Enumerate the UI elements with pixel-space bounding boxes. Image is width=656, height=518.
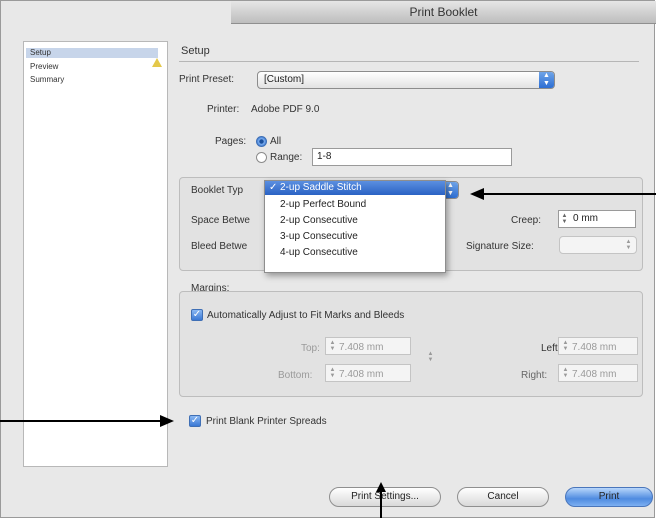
window-title: Print Booklet xyxy=(231,1,656,24)
print-button[interactable]: Print xyxy=(565,487,653,507)
bottom-stepper: ▲ ▼ xyxy=(329,367,336,379)
popup-arrows-icon: ▲ ▼ xyxy=(539,72,554,88)
top-value: 7.408 mm xyxy=(339,342,384,353)
printer-label: Printer: xyxy=(207,104,240,115)
print-blank-checkbox[interactable]: ✓ xyxy=(189,415,201,427)
bottom-value: 7.408 mm xyxy=(339,369,384,380)
signature-size-popup[interactable]: ▲ ▼ xyxy=(559,236,637,254)
top-label: Top: xyxy=(301,343,320,354)
auto-adjust-checkbox[interactable]: ✓ xyxy=(191,309,203,321)
menu-item-label: 2-up Saddle Stitch xyxy=(280,182,362,193)
menu-item-2up-consecutive[interactable]: 2-up Consecutive xyxy=(265,214,445,228)
menu-item-2up-perfect-bound[interactable]: 2-up Perfect Bound xyxy=(265,198,445,212)
menu-item-4up-consecutive[interactable]: 4-up Consecutive xyxy=(265,246,445,260)
sidebar: Setup Preview Summary xyxy=(23,41,168,467)
pages-range-input[interactable]: 1-8 xyxy=(312,148,512,166)
sidebar-item-preview[interactable]: Preview xyxy=(30,62,58,71)
print-preset-label: Print Preset: xyxy=(179,74,235,85)
right-stepper: ▲ ▼ xyxy=(562,367,569,379)
right-value: 7.408 mm xyxy=(572,369,617,380)
creep-input[interactable]: 0 mm xyxy=(558,210,636,228)
right-label: Right: xyxy=(521,370,548,381)
creep-label: Creep: xyxy=(511,215,542,226)
left-value: 7.408 mm xyxy=(572,342,617,353)
menu-item-2up-saddle-stitch[interactable]: ✓ 2-up Saddle Stitch xyxy=(265,181,445,195)
space-between-label: Space Betwe xyxy=(191,215,250,226)
callout-arrow-booklet-head xyxy=(470,188,484,200)
creep-stepper[interactable]: ▲ ▼ xyxy=(561,213,568,225)
pages-all-radio[interactable] xyxy=(256,136,267,147)
warning-icon xyxy=(152,58,162,67)
booklet-type-label: Booklet Typ xyxy=(191,185,244,196)
sidebar-item-setup[interactable]: Setup xyxy=(26,48,158,58)
callout-arrow-blank-line xyxy=(0,420,160,422)
cancel-button[interactable]: Cancel xyxy=(457,487,549,507)
auto-adjust-label: Automatically Adjust to Fit Marks and Bl… xyxy=(207,310,405,321)
print-preset-popup[interactable]: [Custom] ▲ ▼ xyxy=(257,71,555,89)
top-stepper: ▲ ▼ xyxy=(329,340,336,352)
bottom-label: Bottom: xyxy=(278,370,313,381)
popup-arrows-icon: ▲ ▼ xyxy=(625,239,632,251)
callout-arrow-settings-line xyxy=(380,492,382,518)
checkmark-icon: ✓ xyxy=(269,182,278,193)
callout-arrow-booklet-line xyxy=(484,193,656,195)
pages-range-label: Range: xyxy=(270,152,303,163)
printer-value: Adobe PDF 9.0 xyxy=(251,104,320,115)
pages-label: Pages: xyxy=(215,136,247,147)
print-blank-label: Print Blank Printer Spreads xyxy=(206,416,327,427)
signature-size-label: Signature Size: xyxy=(466,241,534,252)
left-stepper: ▲ ▼ xyxy=(562,340,569,352)
print-preset-value: [Custom] xyxy=(264,74,305,85)
callout-arrow-settings-head xyxy=(376,482,386,492)
menu-item-3up-consecutive[interactable]: 3-up Consecutive xyxy=(265,230,445,244)
divider xyxy=(179,61,639,62)
section-title: Setup xyxy=(181,45,210,57)
bleed-between-label: Bleed Betwe xyxy=(191,241,248,252)
pages-range-radio[interactable] xyxy=(256,152,267,163)
sidebar-item-summary[interactable]: Summary xyxy=(30,75,64,84)
pages-all-label: All xyxy=(270,136,282,147)
booklet-type-menu: ✓ 2-up Saddle Stitch 2-up Perfect Bound … xyxy=(264,180,446,273)
callout-arrow-blank-head xyxy=(160,415,174,427)
link-icon: ▲ ▼ xyxy=(427,351,434,363)
